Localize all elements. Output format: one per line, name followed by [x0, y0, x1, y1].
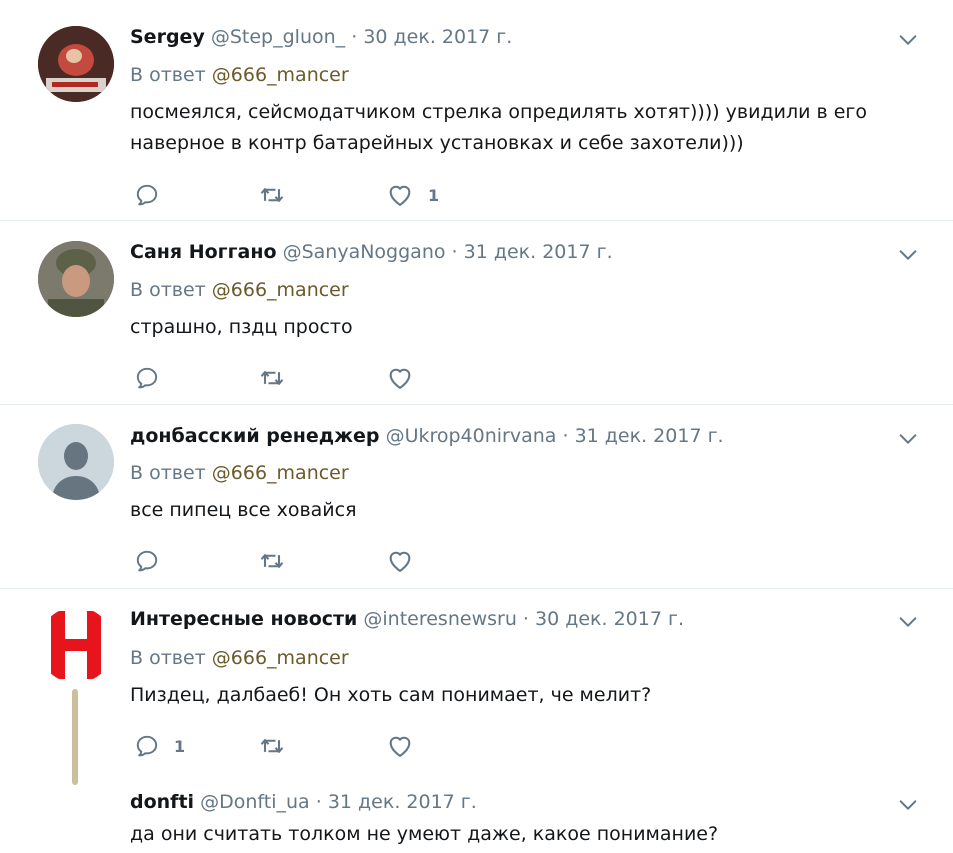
tweet-header: Sergey @Step_gluon_ · 30 дек. 2017 г.: [130, 24, 512, 50]
retweet-icon: [258, 547, 286, 575]
reply-icon: [134, 548, 160, 574]
tweet-header: Саня Ноггано @SanyaNoggano · 31 дек. 201…: [130, 239, 613, 265]
like-icon: [386, 732, 414, 760]
reply-context: В ответ @666_mancer: [130, 645, 349, 671]
reply-context: В ответ @666_mancer: [130, 277, 349, 303]
display-name[interactable]: донбасский ренеджер: [130, 425, 380, 447]
reply-prefix: В ответ: [130, 462, 206, 484]
username[interactable]: @Donfti_ua: [200, 791, 310, 813]
username[interactable]: @SanyaNoggano: [283, 241, 446, 263]
retweet-icon: [258, 364, 286, 392]
reply-button[interactable]: [134, 363, 160, 393]
username[interactable]: @interesnewsru: [363, 608, 516, 630]
reply-context: В ответ @666_mancer: [130, 62, 349, 88]
reply-count: 1: [174, 736, 186, 756]
retweet-icon: [258, 181, 286, 209]
tweet-text: посмеялся, сейсмодатчиком стрелка опреди…: [130, 101, 868, 154]
tweet-header: донбасский ренеджер @Ukrop40nirvana · 31…: [130, 423, 724, 449]
reply-prefix: В ответ: [130, 64, 206, 86]
like-button[interactable]: [386, 363, 414, 393]
chevron-down-icon[interactable]: [897, 244, 919, 266]
reply-mention-link[interactable]: @666_mancer: [212, 279, 349, 301]
reply-button[interactable]: [134, 546, 160, 576]
separator: ·: [562, 425, 569, 447]
timestamp[interactable]: 31 дек. 2017 г.: [464, 241, 613, 263]
default-profile-icon: [38, 424, 114, 500]
display-name[interactable]: Интересные новости: [130, 608, 357, 630]
like-button[interactable]: [386, 731, 414, 761]
tweet[interactable]: Саня Ноггано @SanyaNoggano · 31 дек. 201…: [0, 221, 953, 405]
like-count: 1: [428, 185, 440, 205]
reply-mention-link[interactable]: @666_mancer: [212, 462, 349, 484]
reply-prefix: В ответ: [130, 647, 206, 669]
separator: ·: [315, 791, 322, 813]
reply-icon: [134, 365, 160, 391]
tweet-text: Пиздец, далбаеб! Он хоть сам понимает, ч…: [130, 684, 652, 706]
reply-mention-link[interactable]: @666_mancer: [212, 647, 349, 669]
avatar-photo: [38, 26, 114, 102]
timestamp[interactable]: 30 дек. 2017 г.: [363, 26, 512, 48]
separator: ·: [522, 608, 529, 630]
like-icon: [386, 547, 414, 575]
retweet-button[interactable]: [258, 180, 286, 210]
username[interactable]: @Step_gluon_: [211, 26, 345, 48]
separator: ·: [351, 26, 358, 48]
retweet-button[interactable]: [258, 363, 286, 393]
display-name[interactable]: donfti: [130, 791, 194, 813]
timestamp[interactable]: 31 дек. 2017 г.: [575, 425, 724, 447]
reply-icon: [134, 182, 160, 208]
retweet-button[interactable]: [258, 546, 286, 576]
like-icon: [386, 181, 414, 209]
tweet[interactable]: донбасский ренеджер @Ukrop40nirvana · 31…: [0, 405, 953, 589]
reply-prefix: В ответ: [130, 279, 206, 301]
display-name[interactable]: Саня Ноггано: [130, 241, 277, 263]
chevron-down-icon[interactable]: [897, 29, 919, 51]
news-logo: [38, 607, 114, 683]
timestamp[interactable]: 30 дек. 2017 г.: [535, 608, 684, 630]
thread-connector-line: [72, 689, 78, 785]
tweet-text: страшно, пздц просто: [130, 316, 353, 338]
avatar[interactable]: [38, 607, 114, 683]
reply-button[interactable]: [134, 180, 160, 210]
tweet-header: Интересные новости @interesnewsru · 30 д…: [130, 606, 684, 632]
reply-context: В ответ @666_mancer: [130, 460, 349, 486]
avatar-photo: [38, 241, 114, 317]
separator: ·: [451, 241, 458, 263]
chevron-down-icon[interactable]: [897, 428, 919, 450]
reply-icon: [134, 733, 160, 759]
timestamp[interactable]: 31 дек. 2017 г.: [328, 791, 477, 813]
chevron-down-icon[interactable]: [897, 794, 919, 816]
tweet[interactable]: Sergey @Step_gluon_ · 30 дек. 2017 г. В …: [0, 0, 953, 221]
reply-button[interactable]: 1: [134, 731, 185, 761]
retweet-button[interactable]: [258, 731, 286, 761]
chevron-down-icon[interactable]: [897, 611, 919, 633]
avatar[interactable]: [38, 424, 114, 500]
like-icon: [386, 364, 414, 392]
tweet-header: donfti @Donfti_ua · 31 дек. 2017 г.: [130, 789, 477, 815]
username[interactable]: @Ukrop40nirvana: [386, 425, 557, 447]
display-name[interactable]: Sergey: [130, 26, 205, 48]
like-button[interactable]: [386, 546, 414, 576]
like-button[interactable]: 1: [386, 180, 439, 210]
avatar[interactable]: [38, 26, 114, 102]
reply-mention-link[interactable]: @666_mancer: [212, 64, 349, 86]
tweet-text: да они считать толком не умеют даже, как…: [130, 823, 719, 845]
avatar[interactable]: [38, 241, 114, 317]
tweet-text: все пипец все ховайся: [130, 499, 357, 521]
tweet[interactable]: Интересные новости @interesnewsru · 30 д…: [0, 589, 953, 853]
retweet-icon: [258, 732, 286, 760]
